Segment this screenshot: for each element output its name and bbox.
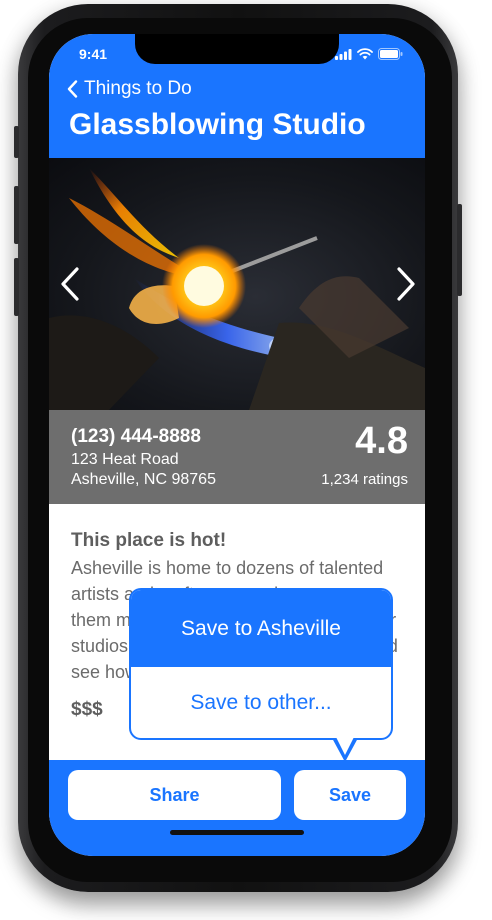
share-button-label: Share	[149, 784, 200, 805]
action-bar: Share Save	[49, 760, 425, 856]
chevron-left-icon	[67, 80, 78, 98]
save-to-other-option[interactable]: Save to other...	[131, 667, 391, 738]
save-popover: Save to Asheville Save to other...	[129, 588, 393, 740]
status-time: 9:41	[79, 46, 108, 62]
rating-score: 4.8	[355, 420, 408, 462]
save-to-other-label: Save to other...	[190, 690, 332, 714]
battery-icon	[378, 48, 403, 60]
volume-down-button	[14, 258, 19, 316]
popover-tail-fill	[336, 737, 354, 755]
address-line-1: 123 Heat Road	[71, 451, 179, 468]
status-icons	[335, 48, 403, 60]
save-to-asheville-option[interactable]: Save to Asheville	[131, 590, 391, 667]
power-button	[457, 204, 462, 296]
volume-up-button	[14, 186, 19, 244]
address-line-2: Asheville, NC 98765	[71, 471, 216, 488]
save-button[interactable]: Save	[294, 770, 406, 820]
page-title: Glassblowing Studio	[69, 108, 366, 141]
previous-photo-arrow-icon[interactable]	[57, 266, 83, 302]
description-heading: This place is hot!	[71, 530, 227, 551]
back-button-label: Things to Do	[84, 78, 192, 99]
home-indicator	[170, 830, 304, 835]
phone-number-link[interactable]: (123) 444-8888	[71, 426, 201, 448]
silent-switch	[14, 126, 19, 158]
next-photo-arrow-icon[interactable]	[393, 266, 419, 302]
notch	[135, 34, 339, 64]
ratings-count: 1,234 ratings	[321, 471, 408, 488]
glassblowing-photo	[49, 168, 425, 410]
hero-photo	[49, 158, 425, 410]
place-info-bar: (123) 444-8888 123 Heat Road Asheville, …	[49, 410, 425, 504]
back-button[interactable]: Things to Do	[67, 78, 192, 100]
save-button-label: Save	[328, 784, 372, 805]
share-button[interactable]: Share	[68, 770, 281, 820]
save-to-asheville-label: Save to Asheville	[181, 616, 341, 640]
wifi-icon	[357, 48, 373, 60]
price-level: $$$	[71, 699, 103, 720]
